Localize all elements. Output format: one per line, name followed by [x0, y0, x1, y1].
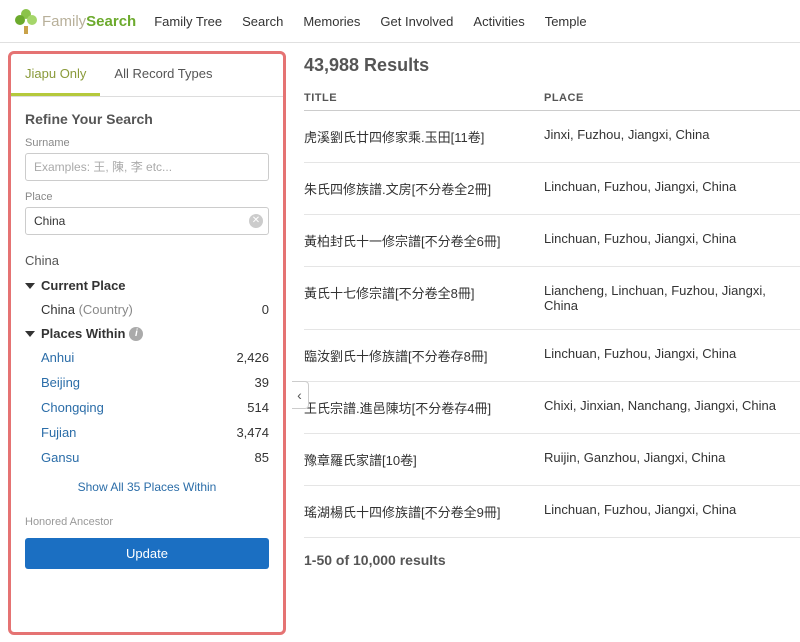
- place-within-item[interactable]: Fujian 3,474: [11, 420, 283, 445]
- place-label: Place: [25, 191, 269, 203]
- results-content: ‹ 43,988 Results TITLE PLACE 虎溪劉氏廿四修家乘.玉…: [292, 43, 800, 641]
- logo-text: FamilySearch: [42, 13, 136, 30]
- col-title-header: TITLE: [304, 92, 544, 104]
- nav-temple[interactable]: Temple: [545, 14, 587, 29]
- pagination-summary: 1-50 of 10,000 results: [304, 538, 800, 582]
- place-within-item[interactable]: Chongqing 514: [11, 395, 283, 420]
- col-place-header: PLACE: [544, 92, 800, 104]
- honored-ancestor-label: Honored Ancestor: [11, 508, 283, 532]
- nav-family-tree[interactable]: Family Tree: [154, 14, 222, 29]
- places-within-label: Places Within: [41, 326, 125, 341]
- top-nav: FamilySearch Family Tree Search Memories…: [0, 0, 800, 43]
- tab-jiapu-only[interactable]: Jiapu Only: [11, 54, 100, 96]
- current-place-label: Current Place: [41, 278, 126, 293]
- nav-activities[interactable]: Activities: [473, 14, 524, 29]
- result-row[interactable]: 黃氏十七修宗譜[不分卷全8冊] Liancheng, Linchuan, Fuz…: [304, 267, 800, 330]
- current-place-name: China (Country): [41, 302, 133, 317]
- nav-links: Family Tree Search Memories Get Involved…: [154, 14, 586, 29]
- current-place-count: 0: [229, 302, 269, 317]
- surname-label: Surname: [25, 137, 269, 149]
- nav-get-involved[interactable]: Get Involved: [380, 14, 453, 29]
- results-heading: 43,988 Results: [304, 55, 800, 76]
- update-button[interactable]: Update: [25, 538, 269, 569]
- result-row[interactable]: 臨汝劉氏十修族譜[不分卷存8冊] Linchuan, Fuzhou, Jiang…: [304, 330, 800, 382]
- result-row[interactable]: 王氏宗譜.進邑陳坊[不分卷存4冊] Chixi, Jinxian, Nancha…: [304, 382, 800, 434]
- place-within-item[interactable]: Beijing 39: [11, 370, 283, 395]
- tab-all-record-types[interactable]: All Record Types: [100, 54, 226, 96]
- tree-icon: [14, 8, 38, 34]
- chevron-left-icon: ‹: [297, 387, 302, 403]
- surname-field-group: Surname: [11, 137, 283, 191]
- results-table-header: TITLE PLACE: [304, 86, 800, 111]
- places-within-header[interactable]: Places Within i: [11, 322, 283, 345]
- result-row[interactable]: 瑤湖楊氏十四修族譜[不分卷全9冊] Linchuan, Fuzhou, Jian…: [304, 486, 800, 538]
- place-within-item[interactable]: Anhui 2,426: [11, 345, 283, 370]
- chevron-down-icon: [25, 283, 35, 289]
- result-row[interactable]: 黃柏封氏十一修宗譜[不分卷全6冊] Linchuan, Fuzhou, Jian…: [304, 215, 800, 267]
- logo[interactable]: FamilySearch: [14, 8, 136, 34]
- clear-place-icon[interactable]: ✕: [249, 214, 263, 228]
- place-heading: China: [11, 245, 283, 274]
- sidebar: Jiapu Only All Record Types Refine Your …: [8, 51, 286, 635]
- collapse-sidebar-button[interactable]: ‹: [292, 381, 309, 409]
- result-row[interactable]: 豫章羅氏家譜[10卷] Ruijin, Ganzhou, Jiangxi, Ch…: [304, 434, 800, 486]
- surname-input[interactable]: [25, 153, 269, 181]
- info-icon[interactable]: i: [129, 327, 143, 341]
- chevron-down-icon: [25, 331, 35, 337]
- current-place-item[interactable]: China (Country) 0: [11, 297, 283, 322]
- current-place-header[interactable]: Current Place: [11, 274, 283, 297]
- show-all-places-link[interactable]: Show All 35 Places Within: [11, 470, 283, 508]
- place-field-group: Place ✕: [11, 191, 283, 245]
- nav-memories[interactable]: Memories: [303, 14, 360, 29]
- nav-search[interactable]: Search: [242, 14, 283, 29]
- place-within-item[interactable]: Gansu 85: [11, 445, 283, 470]
- result-row[interactable]: 虎溪劉氏廿四修家乘.玉田[11卷] Jinxi, Fuzhou, Jiangxi…: [304, 111, 800, 163]
- result-row[interactable]: 朱氏四修族譜.文房[不分卷全2冊] Linchuan, Fuzhou, Jian…: [304, 163, 800, 215]
- place-input[interactable]: [25, 207, 269, 235]
- sidebar-tabs: Jiapu Only All Record Types: [11, 54, 283, 97]
- refine-title: Refine Your Search: [11, 97, 283, 137]
